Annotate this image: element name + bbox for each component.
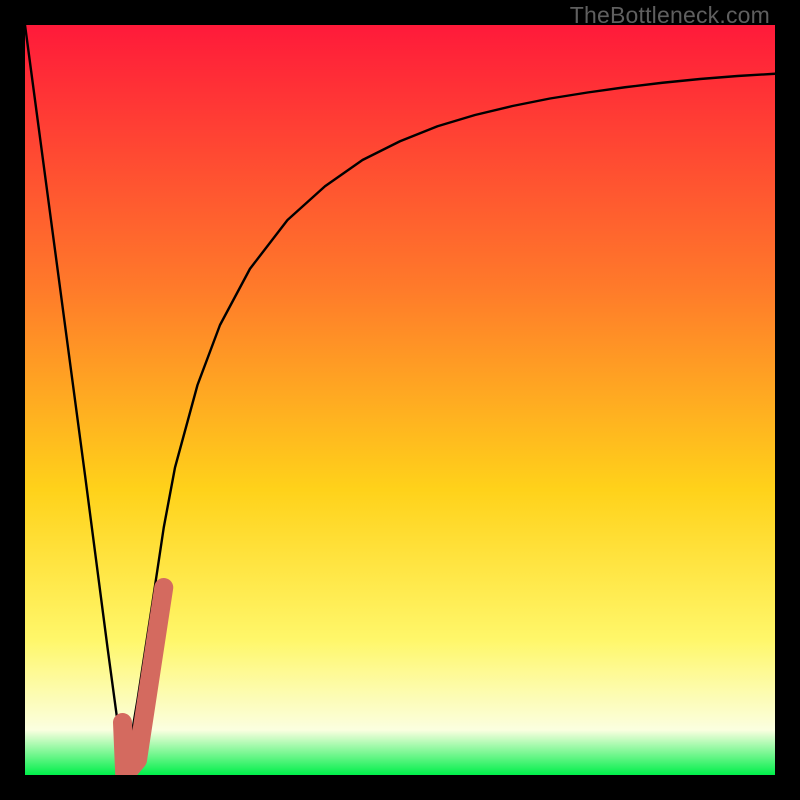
plot-area — [25, 25, 775, 775]
chart-svg — [25, 25, 775, 775]
watermark-text: TheBottleneck.com — [570, 2, 770, 29]
gradient-background — [25, 25, 775, 775]
chart-frame: TheBottleneck.com — [0, 0, 800, 800]
